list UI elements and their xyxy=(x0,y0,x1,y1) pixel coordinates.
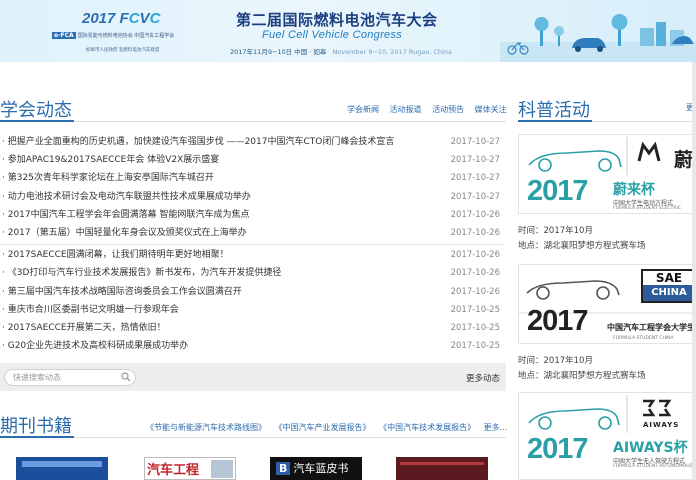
book-cover[interactable] xyxy=(16,457,108,480)
more-news-link[interactable]: 更多动态 xyxy=(466,372,500,384)
event-card-aiways[interactable]: AIWAYS 2017 AIWAYS杯 中国大学生无人驾驶方程式 FORMULA… xyxy=(518,392,696,480)
news-section-title: 学会动态 xyxy=(0,100,72,121)
banner-subtitle: Fuel Cell Vehicle Congress xyxy=(262,29,403,41)
conference-banner[interactable]: 2017 FCVC e-FCA 国际氢能与燃料电池协会 中国汽车工程学会 如皋市人… xyxy=(0,0,696,62)
event-time: 时间：2017年10月 xyxy=(518,226,593,236)
list-item[interactable]: · 2017SAECCE圆满闭幕，让我们期待明年更好地相聚！ 2017-10-26 xyxy=(0,246,504,264)
search-placeholder: 快速搜索动态 xyxy=(13,373,61,382)
event-time: 时间：2017年10月 xyxy=(518,356,593,366)
banner-title: 第二届国际燃料电池汽车大会 xyxy=(236,11,438,29)
list-item[interactable]: · 第三届中国汽车技术战略国际咨询委员会工作会议圆满召开 2017-10-26 xyxy=(0,283,504,301)
search-input[interactable]: 快速搜索动态 xyxy=(4,369,136,386)
card-year: 2017 xyxy=(527,305,589,337)
city-skyline-art xyxy=(500,14,696,62)
book-cover[interactable]: B 汽车蓝皮书 xyxy=(270,457,362,480)
card-year: 2017 xyxy=(527,175,589,207)
publications-title-underline xyxy=(0,436,74,438)
list-item[interactable]: · 《3D打印与汽车行业技术发展报告》新书发布，为汽车开发提供捷径 2017-10… xyxy=(0,264,504,282)
card-year: 2017 xyxy=(527,433,589,465)
list-item[interactable]: · 参加APAC19&2017SAECCE年会 体验V2X展示盛宴 2017-10… xyxy=(0,151,504,169)
news-search-bar: 快速搜索动态 更多动态 xyxy=(0,363,506,391)
book-cover[interactable] xyxy=(396,457,488,480)
list-item[interactable]: · G20企业先进技术及高校科研成果展成功举办 2017-10-25 xyxy=(0,337,504,355)
sae-china-logo: SAE CHINA xyxy=(641,269,695,303)
list-item[interactable]: · 2017SAECCE开展第二天，热情依旧！ 2017-10-25 xyxy=(0,319,504,337)
scrollbar-track[interactable] xyxy=(692,62,696,480)
news-divider xyxy=(0,121,506,122)
card-cup-name: AIWAYS杯 xyxy=(613,440,688,456)
list-item[interactable]: · 把握产业全面重构的历史机遇，加快建设汽车强国步伐 ——2017中国汽车CTO… xyxy=(0,133,504,151)
book-title: B 汽车蓝皮书 xyxy=(276,460,348,476)
list-item[interactable]: · 2017中国汽车工程学会年会圆满落幕 智能网联汽车成为焦点 2017-10-2… xyxy=(0,206,504,224)
news-list: · 把握产业全面重构的历史机遇，加快建设汽车强国步伐 ——2017中国汽车CTO… xyxy=(0,133,504,355)
nio-logo: 蔚 xyxy=(673,149,693,171)
organizer-line: 如皋市人民政府 氢燃料电池汽车联盟 xyxy=(86,48,160,53)
list-item[interactable]: · 动力电池技术研讨会及电动汽车联盟共性技术成果展成功举办 2017-10-27 xyxy=(0,188,504,206)
science-title-underline xyxy=(518,120,592,122)
science-section-title: 科普活动 xyxy=(518,100,590,121)
event-location: 地点：湖北襄阳梦想方程式赛车场 xyxy=(518,241,646,251)
book-title: 汽车工程 xyxy=(147,463,200,478)
organizer-logos: e-FCA 国际氢能与燃料电池协会 中国汽车工程学会 xyxy=(52,32,175,39)
banner-logo-area: 2017 FCVC e-FCA 国际氢能与燃料电池协会 中国汽车工程学会 如皋市人… xyxy=(52,6,212,58)
card-cup-name: 蔚来杯 xyxy=(613,182,655,198)
news-tabs: 学会新闻 活动报道 活动预告 媒体关注 xyxy=(347,104,507,115)
list-item[interactable]: · 第325次青年科学家论坛在上海安亭国际汽车城召开 2017-10-27 xyxy=(0,169,504,187)
link-tech-report[interactable]: 《中国汽车技术发展报告》 xyxy=(379,423,475,432)
tab-event-preview[interactable]: 活动预告 xyxy=(432,105,464,114)
cover-band xyxy=(22,461,102,467)
book-cover[interactable]: 汽车工程 xyxy=(144,457,236,480)
card-subtitle-en: FORMULA STUDENT AUTONOMOUS xyxy=(613,464,693,469)
event-location: 地点：湖北襄阳梦想方程式赛车场 xyxy=(518,371,646,381)
publications-divider xyxy=(0,437,506,438)
aiways-logo: AIWAYS xyxy=(643,421,680,429)
event-card-fsc[interactable]: SAE CHINA 2017 中国汽车工程学会大学生 FORMULA STUDE… xyxy=(518,264,696,344)
card-subtitle-en: FORMULA STUDENT CHINA xyxy=(613,336,674,341)
fcvc-logo: 2017 FCVC xyxy=(82,10,161,27)
cover-image xyxy=(211,460,233,478)
tab-society-news[interactable]: 学会新闻 xyxy=(347,105,379,114)
event-card-nio[interactable]: 蔚 2017 蔚来杯 中国大学生电动方程式 FORMULA STUDENT EL… xyxy=(518,134,696,214)
search-icon[interactable] xyxy=(121,372,131,382)
cover-band xyxy=(400,462,484,465)
link-tech-roadmap[interactable]: 《节能与新能源汽车技术路线图》 xyxy=(146,423,266,432)
news-group-divider xyxy=(0,244,504,246)
link-more-publications[interactable]: 更多... xyxy=(484,423,508,432)
banner-date: 2017年11月9−10日 中国 · 如皋 November 9−10, 2017… xyxy=(230,48,453,56)
publications-section-title: 期刊书籍 xyxy=(0,416,72,437)
tab-media-focus[interactable]: 媒体关注 xyxy=(475,105,507,114)
card-subtitle-en: FORMULA STUDENT ELECTRIC xyxy=(613,206,681,211)
link-industry-report[interactable]: 《中国汽车产业发展报告》 xyxy=(275,423,371,432)
list-item[interactable]: · 2017（第五届）中国轻量化车身会议及颁奖仪式在上海举办 2017-10-26 xyxy=(0,224,504,242)
card-cup-name: 中国汽车工程学会大学生 xyxy=(607,323,695,332)
news-title-underline xyxy=(0,120,74,122)
list-item[interactable]: · 重庆市合川区委副书记文明雄一行参观年会 2017-10-25 xyxy=(0,301,504,319)
publication-links: 《节能与新能源汽车技术路线图》 《中国汽车产业发展报告》 《中国汽车技术发展报告… xyxy=(146,422,513,433)
tab-event-reports[interactable]: 活动报道 xyxy=(390,105,422,114)
